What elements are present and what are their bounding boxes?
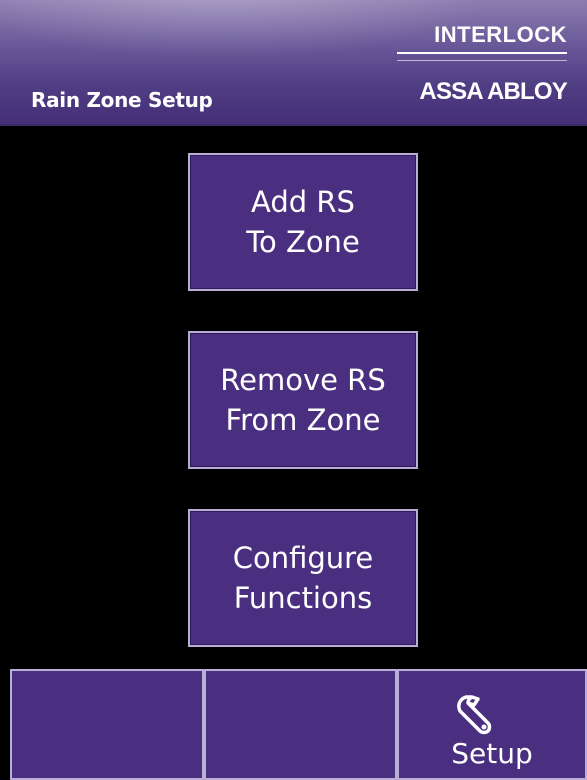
setup-label: Setup: [451, 737, 533, 770]
remove-rs-from-zone-button[interactable]: Remove RS From Zone: [188, 331, 418, 469]
header-bar: Rain Zone Setup INTERLOCK ASSA ABLOY: [0, 0, 587, 126]
add-rs-to-zone-button[interactable]: Add RS To Zone: [188, 153, 418, 291]
logo-assa-abloy-text: ASSA ABLOY: [419, 78, 567, 105]
logo-interlock-text: INTERLOCK: [434, 22, 567, 47]
configure-functions-button[interactable]: Configure Functions: [188, 509, 418, 647]
brand-logo: INTERLOCK ASSA ABLOY: [387, 22, 568, 118]
nav-button-2[interactable]: [204, 669, 397, 780]
bottom-nav-bar: Setup: [0, 669, 587, 780]
button-label-line1: Add RS: [251, 185, 355, 219]
page-title: Rain Zone Setup: [31, 88, 213, 112]
button-label-line2: Functions: [233, 581, 373, 615]
button-label-line2: From Zone: [225, 403, 381, 437]
button-label-line1: Configure: [232, 541, 374, 575]
nav-button-1[interactable]: [10, 669, 204, 780]
logo-divider: [397, 52, 567, 54]
button-label-line1: Remove RS: [220, 363, 386, 397]
button-label-line2: To Zone: [246, 225, 360, 259]
setup-nav-button[interactable]: Setup: [397, 669, 587, 780]
wrench-icon: [457, 695, 492, 735]
logo-hairline: [397, 60, 567, 61]
